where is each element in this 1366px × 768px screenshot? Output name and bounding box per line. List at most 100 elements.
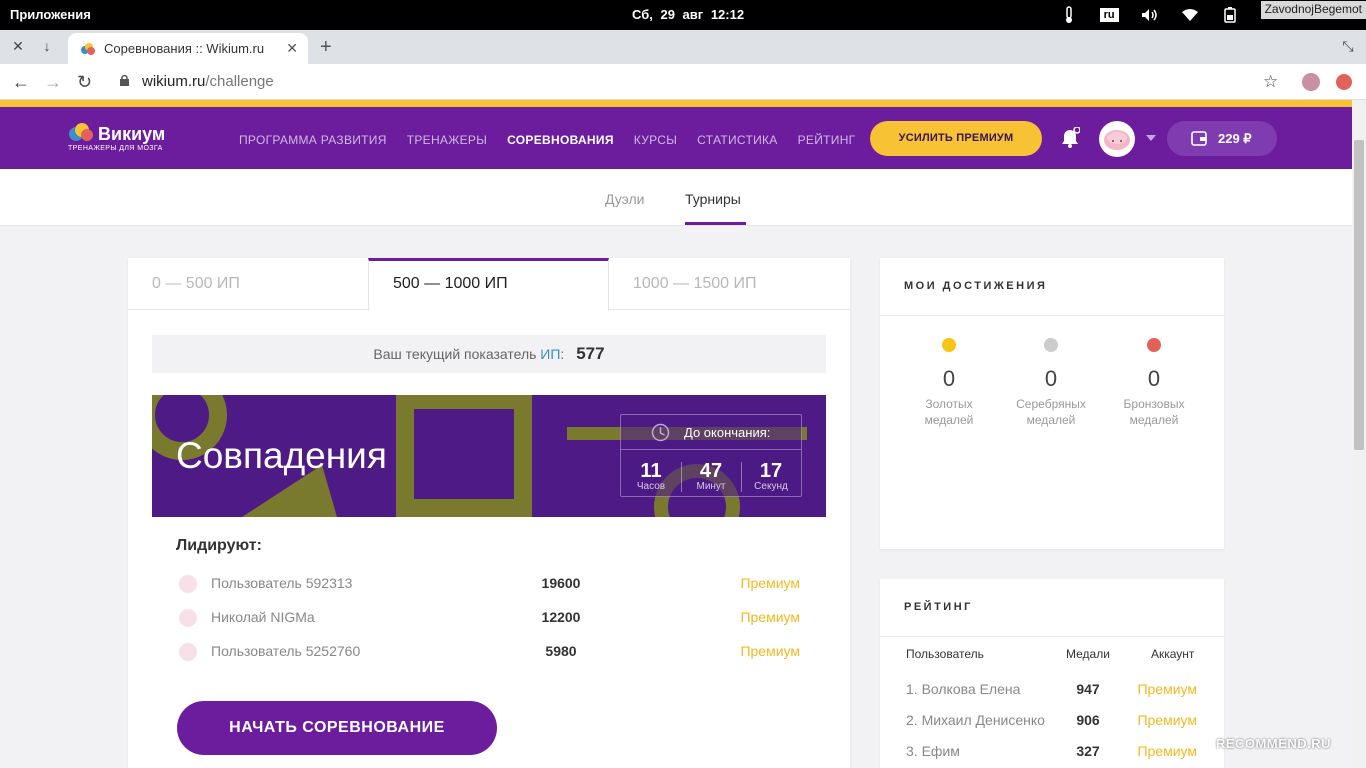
gold-medal-label: Золотых медалей	[899, 396, 999, 428]
user-name[interactable]: ZavodnojBegemot	[1260, 1, 1366, 19]
scrollbar-thumb[interactable]	[1354, 140, 1364, 450]
challenge-banner[interactable]: Совпадения До окончания: 11 Часов 47 Мин…	[152, 395, 826, 517]
leader-row[interactable]: Пользователь 592313 19600 Премиум	[176, 572, 800, 596]
boost-premium-button[interactable]: УСИЛИТЬ ПРЕМИУМ	[870, 121, 1042, 156]
extension-icon[interactable]	[1336, 74, 1352, 90]
rating-user-name[interactable]: 1. Волкова Елена	[906, 681, 1046, 697]
url-field[interactable]: wikium.ru/challenge	[142, 73, 274, 90]
rating-row[interactable]: 2. Михаил Денисенко 906 Премиум	[880, 710, 1224, 732]
challenge-title: Совпадения	[176, 435, 387, 476]
rating-medals: 947	[1076, 681, 1100, 697]
tab-range-1000-1500[interactable]: 1000 — 1500 ИП	[609, 258, 850, 310]
silver-medal-icon	[1044, 338, 1058, 352]
download-icon[interactable]: ↓	[39, 38, 55, 54]
active-tab-underline	[685, 222, 746, 225]
reload-icon[interactable]: ↻	[77, 72, 92, 93]
hours-unit: Часов	[636, 481, 666, 492]
bookmark-star-icon[interactable]: ☆	[1263, 72, 1278, 92]
leaders-heading: Лидируют:	[176, 537, 262, 554]
menu-item-courses[interactable]: КУРСЫ	[634, 133, 677, 147]
tab-duels[interactable]: Дуэли	[605, 191, 644, 207]
rating-account: Премиум	[1137, 743, 1197, 759]
lock-icon[interactable]	[120, 75, 129, 86]
ip-colon: :	[560, 346, 565, 362]
brain-avatar-icon	[179, 575, 197, 593]
keyboard-layout-indicator[interactable]: ru	[1099, 8, 1119, 22]
gold-medal-count: 0	[942, 366, 956, 391]
brain-avatar-icon	[1104, 130, 1130, 150]
tab-tournaments[interactable]: Турниры	[685, 191, 741, 207]
label-line: медалей	[1129, 413, 1179, 427]
gold-medals: 0 Золотых медалей	[899, 338, 999, 428]
ip-range-tabs: 0 — 500 ИП 500 — 1000 ИП 1000 — 1500 ИП	[128, 258, 850, 311]
label-line: Серебряных	[1016, 397, 1086, 411]
close-tab-icon[interactable]: ✕	[286, 40, 298, 57]
address-bar: ← → ↻ wikium.ru/challenge ☆	[0, 64, 1366, 100]
browser-tab-strip: ✕ ↓ Соревнования :: Wikium.ru ✕ + ⤡	[0, 30, 1366, 64]
user-avatar[interactable]	[1099, 121, 1135, 157]
gold-medal-icon	[942, 338, 956, 352]
col-header-account: Аккаунт	[1151, 647, 1195, 661]
notifications-bell-icon[interactable]	[1060, 127, 1080, 149]
rating-row[interactable]: 3. Ефим 327 Премиум	[880, 741, 1224, 763]
thermometer-icon[interactable]	[1060, 6, 1078, 24]
user-menu-caret-icon[interactable]	[1146, 135, 1156, 141]
menu-item-program[interactable]: ПРОГРАММА РАЗВИТИЯ	[239, 133, 387, 147]
tournament-card: 0 — 500 ИП 500 — 1000 ИП 1000 — 1500 ИП …	[128, 258, 850, 768]
rating-panel: РЕЙТИНГ Пользователь Медали Аккаунт 1. В…	[880, 579, 1224, 768]
hours-value: 11	[640, 460, 662, 482]
clock[interactable]: Сб, 29 авг 12:12	[632, 7, 744, 22]
ip-abbr-link[interactable]: ИП	[540, 346, 560, 362]
wifi-icon[interactable]	[1181, 6, 1199, 24]
back-icon[interactable]: ←	[12, 72, 30, 93]
leader-name[interactable]: Пользователь 592313	[211, 575, 352, 591]
divider	[880, 636, 1224, 637]
close-window-icon[interactable]: ✕	[10, 38, 26, 54]
battery-icon[interactable]	[1221, 6, 1239, 24]
leader-row[interactable]: Пользователь 5252760 5980 Премиум	[176, 640, 800, 664]
menu-item-rating[interactable]: РЕЙТИНГ	[798, 133, 856, 147]
silver-medal-label: Серебряных медалей	[1001, 396, 1101, 428]
timer-seconds: 17 Секунд	[741, 461, 801, 492]
rating-user-name[interactable]: 2. Михаил Денисенко	[906, 712, 1046, 728]
url-host: wikium.ru	[142, 73, 206, 90]
achievements-heading: МОИ ДОСТИЖЕНИЯ	[904, 280, 1048, 292]
rating-medals: 906	[1076, 712, 1100, 728]
divider	[880, 315, 1224, 316]
restore-window-icon[interactable]: ⤡	[1340, 38, 1356, 54]
label-line: Бронзовых	[1123, 397, 1185, 411]
menu-item-trainers[interactable]: ТРЕНАЖЕРЫ	[407, 133, 487, 147]
tab-range-0-500[interactable]: 0 — 500 ИП	[128, 258, 369, 310]
leader-row[interactable]: Николай NIGMa 12200 Премиум	[176, 606, 800, 630]
rating-heading: РЕЙТИНГ	[904, 601, 973, 613]
profile-avatar-icon[interactable]	[1302, 73, 1320, 91]
menu-item-statistics[interactable]: СТАТИСТИКА	[697, 133, 777, 147]
leader-name[interactable]: Николай NIGMa	[211, 609, 315, 625]
browser-tab[interactable]: Соревнования :: Wikium.ru ✕	[68, 33, 308, 64]
start-competition-button[interactable]: НАЧАТЬ СОРЕВНОВАНИЕ	[177, 701, 497, 755]
current-ip-box: Ваш текущий показатель ИП: 577	[152, 335, 826, 373]
wikium-favicon-icon	[81, 43, 95, 55]
label-line: медалей	[1026, 413, 1076, 427]
leader-account-type: Премиум	[740, 643, 800, 659]
wallet-button[interactable]: 229 ₽	[1167, 121, 1277, 156]
volume-icon[interactable]	[1141, 6, 1159, 24]
ip-value: 577	[576, 344, 605, 363]
rating-row[interactable]: 1. Волкова Елена 947 Премиум	[880, 679, 1224, 701]
new-tab-icon[interactable]: +	[320, 36, 332, 59]
silver-medal-count: 0	[1044, 366, 1058, 391]
bronze-medals: 0 Бронзовых медалей	[1104, 338, 1204, 428]
menu-item-competitions[interactable]: СОРЕВНОВАНИЯ	[507, 133, 614, 147]
applications-menu[interactable]: Приложения	[10, 7, 91, 22]
competition-subnav: Дуэли Турниры	[0, 169, 1352, 226]
logo-tagline: ТРЕНАЖЕРЫ ДЛЯ МОЗГА	[68, 145, 163, 152]
minutes-value: 47	[699, 460, 723, 482]
brain-logo-icon	[69, 123, 93, 141]
forward-icon[interactable]: →	[44, 72, 62, 93]
rating-user-name[interactable]: 3. Ефим	[906, 743, 1046, 759]
tab-range-500-1000[interactable]: 500 — 1000 ИП	[368, 258, 609, 311]
timer-hours: 11 Часов	[621, 461, 681, 492]
label-line: медалей	[924, 413, 974, 427]
leader-name[interactable]: Пользователь 5252760	[211, 643, 360, 659]
page-scrollbar[interactable]	[1352, 100, 1366, 768]
